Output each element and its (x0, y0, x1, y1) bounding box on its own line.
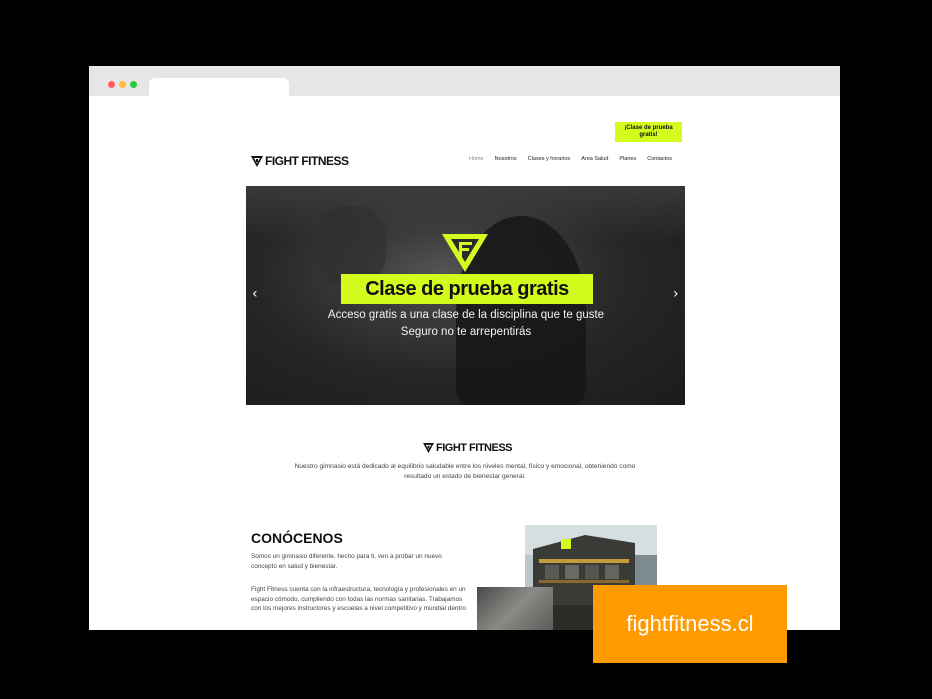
intro-paragraph: Nuestro gimnasio está dedicado al equili… (294, 463, 636, 480)
browser-toolbar: ← → ↻ (89, 96, 840, 145)
web-page: ¡Clase de prueba gratis! FIGHT FITNESS H… (89, 120, 840, 630)
fight-fitness-emblem-icon (442, 234, 488, 272)
site-logo[interactable]: FIGHT FITNESS (251, 154, 349, 168)
browser-titlebar (89, 66, 840, 96)
logo-text: FIGHT FITNESS (265, 154, 349, 168)
fight-fitness-logo-icon (251, 155, 263, 167)
section-logo: FIGHT FITNESS (423, 442, 513, 454)
browser-tab[interactable] (149, 78, 289, 96)
hero-title: Clase de prueba gratis (341, 274, 593, 304)
close-window-dot[interactable] (108, 81, 115, 88)
about-paragraph-1: Somos un gimnasio diferente, hecho para … (251, 553, 442, 570)
minimize-window-dot[interactable] (119, 81, 126, 88)
fight-fitness-logo-icon (423, 443, 434, 453)
hero-slider: Clase de prueba gratis Acceso gratis a u… (246, 186, 685, 405)
main-navigation: Home Nosotros Clases y horarios Area Sal… (469, 156, 672, 162)
nav-item-contactos[interactable]: Contactos (647, 156, 672, 162)
nav-item-area-salud[interactable]: Area Salud (581, 156, 608, 162)
hero-background-photo (246, 186, 685, 241)
nav-item-home[interactable]: Home (469, 156, 484, 162)
about-paragraph-2: Fight Fitness cuenta con la infraestruct… (251, 586, 466, 612)
gym-interior-photo (477, 587, 553, 630)
slider-next-arrow-icon[interactable]: › (673, 286, 679, 302)
nav-item-clases[interactable]: Clases y horarios (528, 156, 571, 162)
hero-subtitle-line1: Acceso gratis a una clase de la discipli… (327, 309, 605, 321)
browser-window: ← → ↻ ¡Clase de prueba gratis! FIGHT FIT… (89, 66, 840, 630)
about-heading: CONÓCENOS (251, 530, 343, 546)
domain-badge: fightfitness.cl (593, 585, 787, 663)
nav-item-nosotros[interactable]: Nosotros (495, 156, 517, 162)
nav-item-planes[interactable]: Planes (619, 156, 636, 162)
hero-subtitle-line2: Seguro no te arrepentirás (400, 326, 532, 338)
section-logo-text: FIGHT FITNESS (436, 442, 513, 454)
hero-subtitle: Acceso gratis a una clase de la discipli… (286, 307, 646, 341)
slider-prev-arrow-icon[interactable]: ‹ (252, 286, 258, 302)
free-trial-button[interactable]: ¡Clase de prueba gratis! (615, 122, 682, 142)
maximize-window-dot[interactable] (130, 81, 137, 88)
